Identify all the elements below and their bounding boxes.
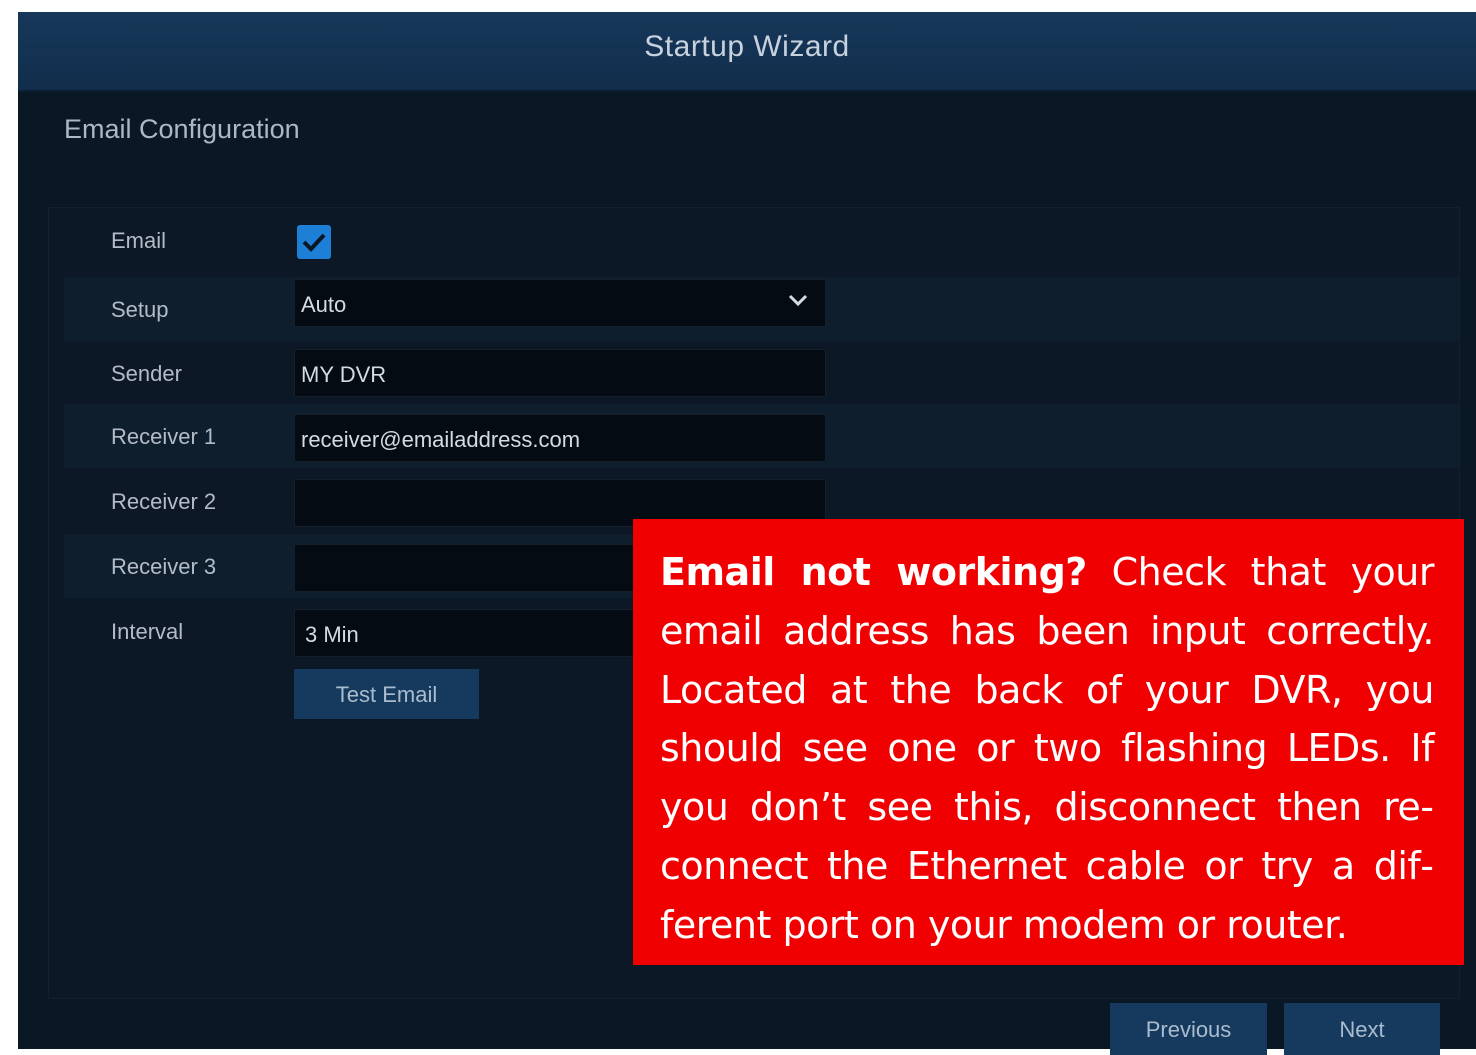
window-title: Startup Wizard [644, 30, 850, 63]
troubleshooting-callout: Email not working? Check that your email… [633, 519, 1464, 965]
callout-heading: Email not working? [660, 550, 1087, 594]
sender-label: Sender [111, 361, 182, 386]
email-row: Email [64, 208, 1459, 272]
setup-row: Setup Auto [64, 277, 1459, 341]
receiver1-input[interactable]: receiver@emailaddress.com [294, 414, 826, 462]
checkmark-icon [302, 233, 326, 252]
next-button[interactable]: Next [1284, 1003, 1440, 1055]
sender-input[interactable]: MY DVR [294, 349, 826, 397]
chevron-down-icon [788, 294, 808, 307]
sender-row: Sender MY DVR [64, 341, 1459, 405]
setup-label: Setup [111, 297, 169, 322]
setup-select[interactable]: Auto [294, 279, 826, 327]
interval-label: Interval [111, 619, 184, 644]
test-email-button[interactable]: Test Email [294, 669, 479, 719]
previous-button[interactable]: Previous [1110, 1003, 1267, 1055]
email-checkbox[interactable] [297, 225, 331, 259]
callout-body: Check that your email address has been i… [660, 550, 1435, 947]
receiver3-label: Receiver 3 [111, 554, 217, 579]
email-label: Email [111, 228, 167, 253]
receiver2-label: Receiver 2 [111, 489, 217, 514]
setup-select-value: Auto [301, 292, 347, 317]
section-title: Email Configuration [64, 114, 300, 144]
title-bar: Startup Wizard [18, 12, 1476, 92]
receiver1-label: Receiver 1 [111, 424, 217, 449]
receiver1-row: Receiver 1 receiver@emailaddress.com [64, 404, 1459, 468]
